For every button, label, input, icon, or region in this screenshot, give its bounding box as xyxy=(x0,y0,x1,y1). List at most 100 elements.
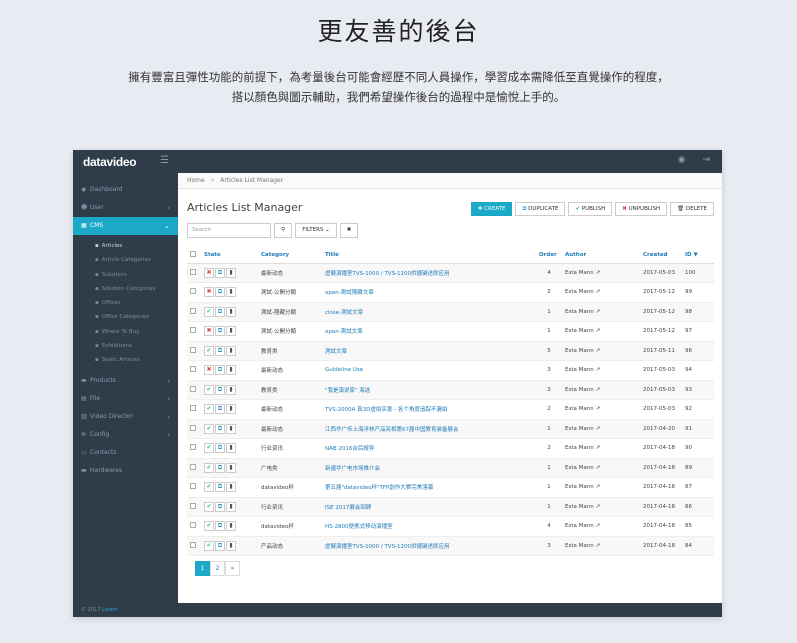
copy-icon[interactable]: ⧉ xyxy=(215,345,225,356)
copy-icon[interactable]: ⧉ xyxy=(215,267,225,278)
published-toggle-icon[interactable]: ✔ xyxy=(204,443,214,454)
published-toggle-icon[interactable]: ✔ xyxy=(204,521,214,532)
row-checkbox[interactable] xyxy=(190,288,196,295)
external-link-icon[interactable]: ↗ xyxy=(595,309,600,315)
trash-icon[interactable]: ▮ xyxy=(226,287,236,298)
sidebar-item-contacts[interactable]: ▭ Contacts xyxy=(73,444,178,462)
external-link-icon[interactable]: ↗ xyxy=(595,543,600,549)
sidebar-subitem-office-categories[interactable]: ▪ Office Categories xyxy=(73,310,178,324)
sidebar-subitem-solutions[interactable]: ▪ Solutions xyxy=(73,268,178,282)
row-checkbox[interactable] xyxy=(190,424,196,431)
sidebar-subitem-offices[interactable]: ▪ Offices xyxy=(73,296,178,310)
row-title-link[interactable]: 虛擬演播室TVS-1000 / TVS-1200供捷键述即应用 xyxy=(325,271,450,277)
copy-icon[interactable]: ⧉ xyxy=(215,326,225,337)
search-button[interactable]: ⚲ xyxy=(274,223,292,238)
external-link-icon[interactable]: ↗ xyxy=(595,523,600,529)
trash-icon[interactable]: ▮ xyxy=(226,423,236,434)
create-button[interactable]: ✚ CREATE xyxy=(470,202,513,216)
row-title-link[interactable]: open-測試隱藏文章 xyxy=(325,290,374,296)
row-title-link[interactable]: 江西华广传上海洋林产品亮相第67届中国教育装备展会 xyxy=(325,427,459,433)
copy-icon[interactable]: ⧉ xyxy=(215,482,225,493)
sidebar-item-products[interactable]: ▬ Products ‹ xyxy=(73,372,178,390)
row-checkbox[interactable] xyxy=(190,385,196,392)
trash-icon[interactable]: ▮ xyxy=(226,306,236,317)
row-checkbox[interactable] xyxy=(190,307,196,314)
col-order[interactable]: Order xyxy=(536,247,562,264)
footer-link[interactable]: Lorem xyxy=(102,607,118,613)
copy-icon[interactable]: ⧉ xyxy=(215,384,225,395)
published-toggle-icon[interactable]: ✔ xyxy=(204,345,214,356)
row-title-link[interactable]: ISE 2017展会回顾 xyxy=(325,505,371,511)
row-title-link[interactable]: "我是演说家" 海选 xyxy=(325,388,370,394)
unpublish-button[interactable]: ✖ UNPUBLISH xyxy=(615,202,668,216)
sidebar-item-video-director[interactable]: ▥ Video Director ‹ xyxy=(73,408,178,426)
row-checkbox[interactable] xyxy=(190,268,196,275)
external-link-icon[interactable]: ↗ xyxy=(595,504,600,510)
external-link-icon[interactable]: ↗ xyxy=(595,406,600,412)
unpublished-toggle-icon[interactable]: ✖ xyxy=(204,267,214,278)
copy-icon[interactable]: ⧉ xyxy=(215,521,225,532)
trash-icon[interactable]: ▮ xyxy=(226,540,236,551)
clear-filters-button[interactable]: ✖ xyxy=(340,223,358,238)
external-link-icon[interactable]: ↗ xyxy=(595,270,600,276)
sidebar-subitem-articles[interactable]: ▪ Articles xyxy=(73,239,178,253)
published-toggle-icon[interactable]: ✔ xyxy=(204,404,214,415)
copy-icon[interactable]: ⧉ xyxy=(215,501,225,512)
unpublished-toggle-icon[interactable]: ✖ xyxy=(204,365,214,376)
row-title-link[interactable]: Guideline Use xyxy=(325,367,363,373)
row-title-link[interactable]: 測試文章 xyxy=(325,349,347,355)
copy-icon[interactable]: ⧉ xyxy=(215,423,225,434)
next-page-button[interactable]: » xyxy=(225,561,240,576)
row-title-link[interactable]: NAB 2016台后报导 xyxy=(325,446,374,452)
sidebar-item-hardwares[interactable]: ▬ Hardwares xyxy=(73,462,178,480)
sidebar-subitem-solution-categories[interactable]: ▪ Solution Categories xyxy=(73,282,178,296)
published-toggle-icon[interactable]: ✔ xyxy=(204,306,214,317)
sidebar-item-file[interactable]: ▤ File ‹ xyxy=(73,390,178,408)
col-author[interactable]: Author xyxy=(562,247,640,264)
published-toggle-icon[interactable]: ✔ xyxy=(204,384,214,395)
col-category[interactable]: Category xyxy=(258,247,322,264)
row-checkbox[interactable] xyxy=(190,483,196,490)
row-title-link[interactable]: TVS-2000A 真3D虛拟实景 - 各个角度追踪不漏拍 xyxy=(325,407,447,413)
external-link-icon[interactable]: ↗ xyxy=(595,387,600,393)
copy-icon[interactable]: ⧉ xyxy=(215,287,225,298)
external-link-icon[interactable]: ↗ xyxy=(595,465,600,471)
published-toggle-icon[interactable]: ✔ xyxy=(204,501,214,512)
trash-icon[interactable]: ▮ xyxy=(226,326,236,337)
filters-button[interactable]: FILTERS ⌄ xyxy=(295,223,337,238)
row-checkbox[interactable] xyxy=(190,444,196,451)
select-all-checkbox[interactable] xyxy=(190,250,196,257)
row-title-link[interactable]: 虛擬演播室TVS-1000 / TVS-1200供捷键述即应用 xyxy=(325,544,450,550)
copy-icon[interactable]: ⧉ xyxy=(215,443,225,454)
copy-icon[interactable]: ⧉ xyxy=(215,365,225,376)
delete-button[interactable]: 🗑 DELETE xyxy=(670,202,714,216)
row-title-link[interactable]: 新疆华广电市场推介会 xyxy=(325,466,380,472)
trash-icon[interactable]: ▮ xyxy=(226,365,236,376)
search-input[interactable]: Search xyxy=(187,223,271,238)
row-checkbox[interactable] xyxy=(190,463,196,470)
published-toggle-icon[interactable]: ✔ xyxy=(204,540,214,551)
external-link-icon[interactable]: ↗ xyxy=(595,328,600,334)
sidebar-subitem-static-articles[interactable]: ▪ Static Articles xyxy=(73,353,178,367)
row-title-link[interactable]: close-測試文章 xyxy=(325,310,363,316)
sidebar-item-user[interactable]: ☻ User ‹ xyxy=(73,199,178,217)
col-state[interactable]: State xyxy=(201,247,258,264)
published-toggle-icon[interactable]: ✔ xyxy=(204,462,214,473)
app-logo[interactable]: datavideo xyxy=(83,155,137,169)
sidebar-subitem-where-to-buy[interactable]: ▪ Where To Buy xyxy=(73,325,178,339)
breadcrumb-home[interactable]: Home xyxy=(187,177,205,184)
row-title-link[interactable]: open-測試文章 xyxy=(325,329,363,335)
page-2[interactable]: 2 xyxy=(210,561,225,576)
sidebar-item-cms[interactable]: ▦ CMS ⌄ xyxy=(73,217,178,235)
duplicate-button[interactable]: ⧉ DUPLICATE xyxy=(515,202,566,216)
trash-icon[interactable]: ▮ xyxy=(226,384,236,395)
sidebar-subitem-exhibitions[interactable]: ▪ Exhibitions xyxy=(73,339,178,353)
row-checkbox[interactable] xyxy=(190,405,196,412)
external-link-icon[interactable]: ↗ xyxy=(595,484,600,490)
publish-button[interactable]: ✔ PUBLISH xyxy=(568,202,613,216)
sidebar-subitem-article-categories[interactable]: ▪ Article Categories xyxy=(73,253,178,267)
row-checkbox[interactable] xyxy=(190,522,196,529)
logout-icon[interactable]: ⇥ xyxy=(702,155,710,165)
col-id[interactable]: ID ▼ xyxy=(682,247,714,264)
external-link-icon[interactable]: ↗ xyxy=(595,367,600,373)
